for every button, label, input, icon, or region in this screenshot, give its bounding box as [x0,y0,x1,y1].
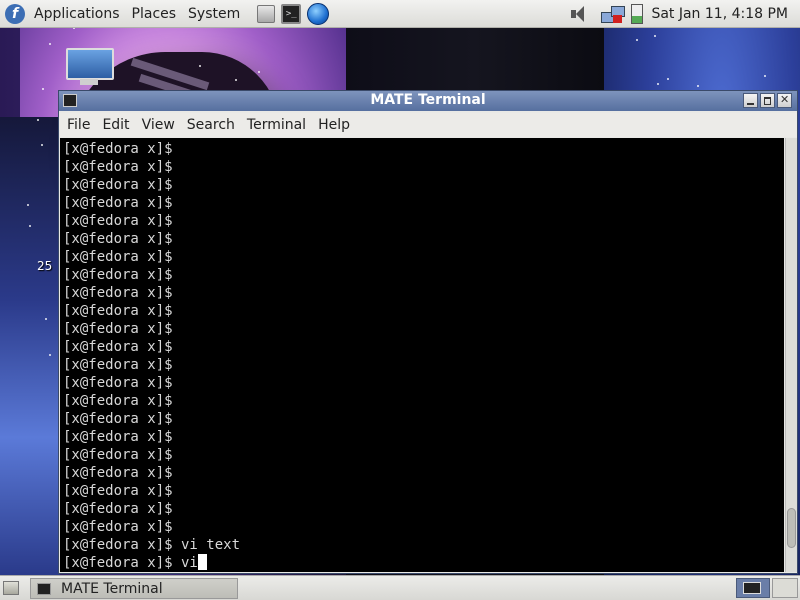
taskbar-item-label: MATE Terminal [61,580,163,597]
volume-icon[interactable] [569,5,587,22]
places-menu[interactable]: Places [129,6,180,22]
menu-terminal[interactable]: Terminal [241,117,312,133]
network-icon[interactable] [601,4,626,24]
text-cursor [197,554,207,570]
terminal-line: [x@fedora x]$ [63,285,173,301]
clock[interactable]: Sat Jan 11, 4:18 PM [651,6,788,22]
terminal-line: [x@fedora x]$ vi text [63,537,241,553]
terminal-line: [x@fedora x]$ vi [63,554,240,572]
wallpaper-star [48,353,51,356]
scrollbar-thumb[interactable] [787,508,796,548]
taskbar-item-terminal[interactable]: MATE Terminal [30,578,238,599]
wallpaper-star [257,70,260,73]
wallpaper-star [48,42,51,45]
terminal-line: [x@fedora x]$ [63,159,173,175]
menu-view[interactable]: View [136,117,181,133]
terminal-line: [x@fedora x]$ [63,393,173,409]
system-menu[interactable]: System [185,6,243,22]
menu-search[interactable]: Search [181,117,241,133]
menu-file[interactable]: File [61,117,96,133]
show-desktop-icon[interactable] [3,581,19,595]
browser-icon[interactable] [307,2,330,25]
terminal-line: [x@fedora x]$ [63,213,173,229]
terminal-line: [x@fedora x]$ [63,429,173,445]
terminal-output[interactable]: [x@fedora x]$ [x@fedora x]$ [x@fedora x]$ [… [60,138,784,572]
files-icon[interactable] [257,4,276,23]
computer-icon[interactable] [64,48,114,88]
battery-icon[interactable] [631,3,644,24]
terminal-icon[interactable]: >_ [281,3,302,24]
terminal-lines: [x@fedora x]$ [x@fedora x]$ [x@fedora x]$ [… [63,140,240,572]
terminal-line: [x@fedora x]$ [63,141,173,157]
applications-menu[interactable]: Applications [31,6,123,22]
terminal-line: [x@fedora x]$ [63,303,173,319]
terminal-scrollbar[interactable] [785,138,797,572]
wallpaper-figure-art [0,117,60,575]
terminal-line: [x@fedora x]$ [63,501,173,517]
terminal-line: [x@fedora x]$ [63,375,173,391]
wallpaper-star [666,77,669,80]
terminal-line: [x@fedora x]$ [63,519,173,535]
wallpaper-star [696,85,699,88]
terminal-line: [x@fedora x]$ [63,357,173,373]
terminal-line: [x@fedora x]$ [63,447,173,463]
menu-edit[interactable]: Edit [96,117,135,133]
terminal-line: [x@fedora x]$ [63,483,173,499]
bottom-panel: MATE Terminal [0,575,800,600]
terminal-task-icon [37,582,51,595]
maximize-button[interactable] [760,93,775,108]
menu-help[interactable]: Help [312,117,356,133]
terminal-window: MATE Terminal File Edit View Search Term… [58,90,798,574]
terminal-line: [x@fedora x]$ [63,411,173,427]
system-tray: Sat Jan 11, 4:18 PM [569,3,800,24]
terminal-line: [x@fedora x]$ [63,195,173,211]
top-panel: f Applications Places System >_ Sat Jan … [0,0,800,28]
fedora-logo-icon[interactable]: f [5,3,25,24]
window-menubar: File Edit View Search Terminal Help [59,113,797,137]
close-button[interactable] [777,93,792,108]
minimize-button[interactable] [743,93,758,108]
terminal-line: [x@fedora x]$ [63,321,173,337]
workspace-2[interactable] [772,578,798,598]
window-titlebar[interactable]: MATE Terminal [59,91,797,111]
wallpaper-star [36,119,39,122]
desktop-label: 25 [37,259,53,273]
wallpaper-star [44,317,47,320]
terminal-line: [x@fedora x]$ [63,267,173,283]
workspace-1[interactable] [736,578,770,598]
window-title: MATE Terminal [370,92,486,108]
terminal-line: [x@fedora x]$ [63,177,173,193]
terminal-line: [x@fedora x]$ [63,249,173,265]
terminal-line: [x@fedora x]$ [63,231,173,247]
terminal-line: [x@fedora x]$ [63,339,173,355]
terminal-line: [x@fedora x]$ [63,465,173,481]
